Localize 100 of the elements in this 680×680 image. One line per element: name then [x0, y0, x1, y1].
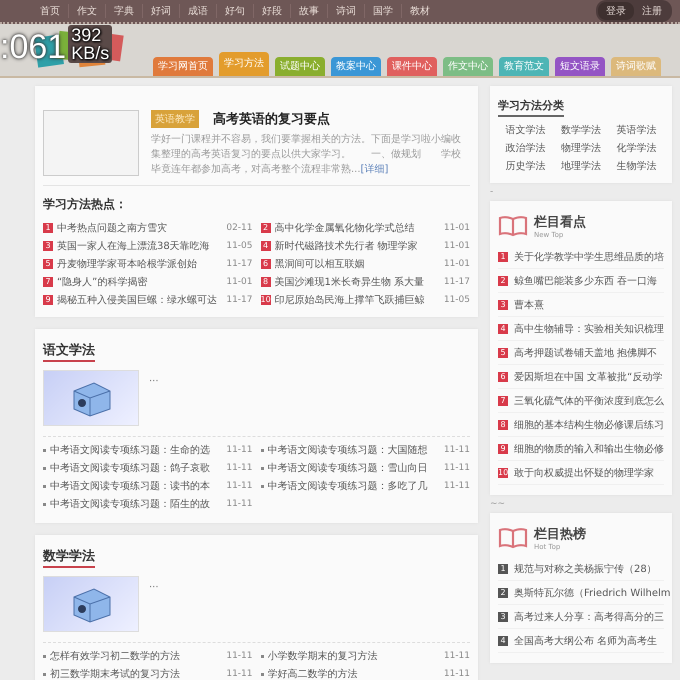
rank-badge: 3: [498, 300, 508, 310]
article-link[interactable]: 新时代磁路技术先行者 物理学家: [274, 239, 440, 253]
category-link[interactable]: 政治学法: [506, 141, 546, 155]
article-link[interactable]: 曹本熹: [514, 298, 544, 312]
article-link[interactable]: 揭秘五种入侵美国巨螺：绿水螺可达: [57, 293, 222, 307]
stray-mark: ~~: [490, 498, 506, 511]
rank-badge: 5: [498, 348, 508, 358]
channel-tab[interactable]: 短文语录: [555, 57, 605, 76]
article-link[interactable]: 高中生物辅导：实验相关知识梳理: [514, 322, 664, 336]
bullet-icon: [43, 654, 46, 658]
article-link[interactable]: 中考语文阅读专项练习题：雪山向日: [268, 461, 440, 475]
category-link[interactable]: 英语学法: [616, 123, 656, 137]
channel-tab[interactable]: 课件中心: [387, 57, 437, 76]
rank-badge: 2: [260, 223, 270, 233]
rank-badge: 9: [43, 295, 53, 305]
category-link[interactable]: 生物学法: [616, 159, 656, 173]
rank-badge: 3: [498, 612, 508, 622]
details-link[interactable]: [详细]: [360, 164, 388, 175]
date-label: 11-11: [444, 669, 470, 679]
rank-badge: 4: [260, 241, 270, 251]
bullet-icon: [43, 448, 46, 452]
rank-badge: 7: [498, 396, 508, 406]
article-link[interactable]: 中考语文阅读专项练习题：读书的本: [50, 479, 222, 493]
article-link[interactable]: 怎样有效学习初二数学的方法: [50, 649, 222, 663]
date-label: 11-11: [226, 669, 252, 679]
speed-value: 392: [71, 26, 102, 44]
article-link[interactable]: 小学数学期末的复习方法: [268, 649, 440, 663]
article-link[interactable]: 敢于向权威提出怀疑的物理学家: [514, 466, 654, 480]
article-link[interactable]: 爱因斯坦在中国 文革被批“反动学: [514, 370, 662, 384]
date-label: 11-11: [226, 499, 252, 509]
auth-link[interactable]: 登录: [598, 2, 634, 20]
rank-badge: 1: [498, 252, 508, 262]
date-label: 11-11: [226, 445, 252, 455]
article-link[interactable]: 细胞的物质的输入和输出生物必修: [514, 442, 664, 456]
date-label: 11-17: [226, 259, 252, 269]
auth-link[interactable]: 注册: [634, 2, 670, 20]
category-link[interactable]: 数学学法: [560, 123, 601, 137]
category-link[interactable]: 地理学法: [560, 159, 601, 173]
rank-badge: 8: [498, 420, 508, 430]
article-link[interactable]: 丹麦物理学家哥本哈根学派创始: [57, 257, 222, 271]
article-link[interactable]: 奥斯特瓦尔德（Friedrich Wilhelm: [514, 586, 671, 600]
article-link[interactable]: 三氧化硫气体的平衡浓度到底怎么: [514, 394, 664, 408]
article-link[interactable]: 中考热点问题之南方雪灾: [57, 221, 222, 235]
rank-badge: 1: [498, 564, 508, 574]
nav-link[interactable]: 首页: [32, 4, 69, 18]
article-link[interactable]: “隐身人”的科学揭密: [57, 275, 222, 289]
section-heading: 数学学法: [43, 547, 95, 568]
date-label: 11-11: [444, 651, 470, 661]
nav-link[interactable]: 作文: [69, 4, 106, 18]
article-link[interactable]: 规范与对称之美杨振宁传（28）: [514, 562, 657, 576]
nav-link[interactable]: 国学: [365, 4, 402, 18]
rank-badge: 10: [498, 468, 508, 478]
article-link[interactable]: 关于化学教学中学生思维品质的培: [514, 250, 664, 264]
article-title[interactable]: 高考英语的复习要点: [213, 110, 330, 128]
article-link[interactable]: 印尼原始岛民海上撑竿飞跃捕巨鲸: [274, 293, 440, 307]
article-link[interactable]: 中考语文阅读专项练习题：鸽子哀歌: [50, 461, 222, 475]
ellipsis-text: ···: [149, 376, 159, 387]
panel-title: 栏目热榜: [534, 526, 586, 543]
category-link[interactable]: 物理学法: [560, 141, 601, 155]
article-link[interactable]: 英国一家人在海上漂流38天靠吃海: [57, 239, 222, 253]
rank-badge: 1: [43, 223, 53, 233]
article-link[interactable]: 细胞的基本结构生物必修课后练习: [514, 418, 664, 432]
nav-link[interactable]: 诗词: [328, 4, 365, 18]
rank-badge: 2: [498, 588, 508, 598]
article-link[interactable]: 中考语文阅读专项练习题：陌生的故: [50, 497, 222, 511]
category-link[interactable]: 化学学法: [616, 141, 656, 155]
article-link[interactable]: 高考过来人分享：高考得高分的三: [514, 610, 664, 624]
rank-badge: 6: [498, 372, 508, 382]
article-link[interactable]: 美国沙滩现1米长奇异生物 系大量: [274, 275, 440, 289]
rank-badge: 10: [260, 295, 271, 305]
bullet-icon: [260, 672, 264, 676]
date-label: 11-11: [444, 481, 470, 491]
article-link[interactable]: 中考语文阅读专项练习题：大国随想: [268, 443, 440, 457]
article-link[interactable]: 初三数学期末考试的复习方法: [50, 667, 222, 680]
category-link[interactable]: 历史学法: [506, 159, 546, 173]
nav-link[interactable]: 好句: [217, 4, 254, 18]
rank-badge: 2: [498, 276, 508, 286]
date-label: 11-01: [226, 277, 252, 287]
rank-badge: 4: [498, 324, 508, 334]
nav-link[interactable]: 成语: [180, 4, 217, 18]
category-link[interactable]: 语文学法: [506, 123, 546, 137]
nav-link[interactable]: 好段: [254, 4, 291, 18]
section-heading: 语文学法: [43, 341, 95, 362]
ellipsis-text: ···: [149, 582, 159, 593]
nav-link[interactable]: 字典: [106, 4, 143, 18]
nav-link[interactable]: 故事: [291, 4, 328, 18]
date-label: 11-05: [226, 241, 252, 251]
article-link[interactable]: 学好高二数学的方法: [268, 667, 440, 680]
panel-title: 栏目看点: [534, 214, 586, 231]
article-link[interactable]: 高中化学金属氧化物化学式总结: [274, 221, 440, 235]
article-link[interactable]: 全国高考大纲公布 名师为高考生: [514, 634, 658, 648]
nav-link[interactable]: 教材: [402, 4, 438, 18]
article-link[interactable]: 中考语文阅读专项练习题：生命的选: [50, 443, 222, 457]
article-link[interactable]: 高考押题试卷铺天盖地 抱佛脚不: [514, 346, 658, 360]
article-link[interactable]: 鲸鱼嘴巴能装多少东西 吞一口海: [514, 274, 658, 288]
article-link[interactable]: 黑洞间可以相互联姻: [274, 257, 440, 271]
bullet-icon: [43, 502, 46, 506]
nav-link[interactable]: 好词: [143, 4, 180, 18]
article-link[interactable]: 中考语文阅读专项练习题：多吃了几: [268, 479, 440, 493]
rank-badge: 5: [43, 259, 53, 269]
